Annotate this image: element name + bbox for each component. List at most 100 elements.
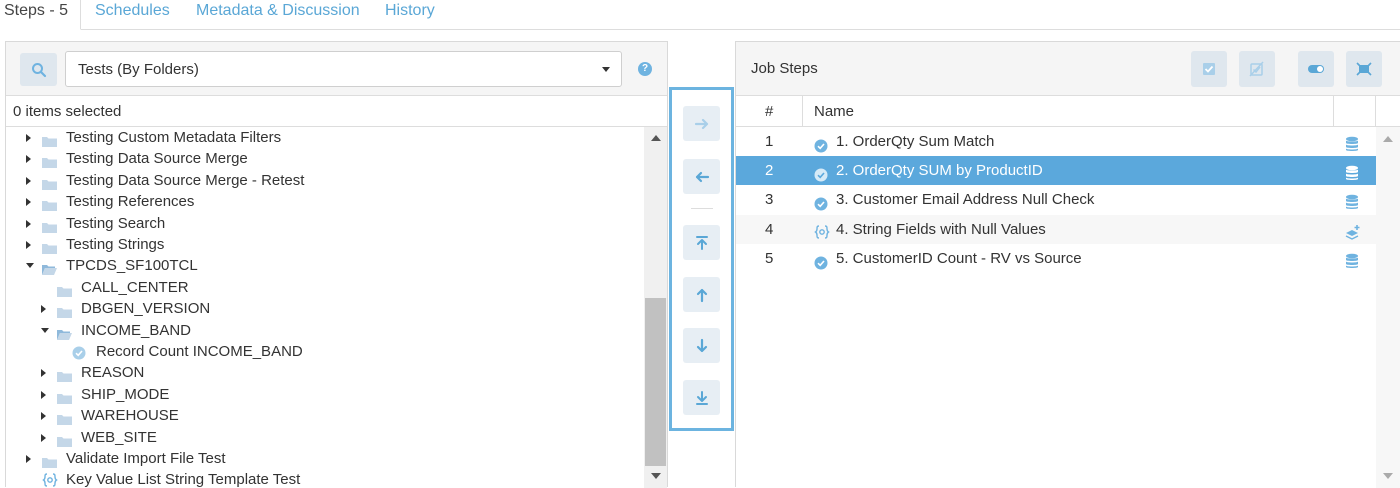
move-top-icon [695, 235, 708, 250]
step-number: 2 [765, 162, 774, 180]
table-row[interactable]: 2 2. OrderQty SUM by ProductID [736, 156, 1376, 186]
template-icon [814, 221, 830, 239]
tree-node[interactable]: Testing Strings [6, 234, 644, 255]
help-icon[interactable]: ? [638, 62, 652, 76]
tab-bar: Steps - 5 Schedules Metadata & Discussio… [0, 0, 1400, 30]
column-header-source [1334, 96, 1376, 127]
caret-right-icon[interactable] [41, 390, 46, 399]
column-header-name[interactable]: Name [803, 96, 1334, 127]
tree-node-label: Key Value List String Template Test [66, 471, 301, 488]
caret-right-icon[interactable] [41, 412, 46, 421]
tab-metadata-discussion[interactable]: Metadata & Discussion [196, 0, 360, 30]
tree-node-label: Testing Strings [66, 236, 165, 253]
folder-icon [57, 282, 72, 297]
tree-node-label: Testing Data Source Merge [66, 150, 248, 168]
folder-icon [42, 132, 57, 147]
move-down-button[interactable] [683, 328, 720, 363]
folder-icon [57, 432, 72, 447]
test-browser-toolbar: Tests (By Folders) ? [6, 42, 667, 96]
table-row[interactable]: 1 1. OrderQty Sum Match [736, 127, 1376, 156]
tree-node[interactable]: Testing References [6, 191, 644, 212]
caret-right-icon[interactable] [26, 241, 31, 249]
folder-icon [57, 303, 72, 319]
folder-icon [42, 218, 57, 233]
check-icon [814, 192, 829, 211]
tree-node[interactable]: Key Value List String Template Test [6, 469, 644, 488]
caret-right-icon[interactable] [41, 369, 46, 378]
step-name: 1. OrderQty Sum Match [836, 133, 995, 150]
table-row[interactable]: 5 5. CustomerID Count - RV vs Source [736, 244, 1376, 273]
tree-node[interactable]: INCOME_BAND [6, 320, 644, 341]
caret-right-icon[interactable] [41, 305, 46, 314]
tree-node[interactable]: Validate Import File Test [6, 448, 644, 469]
grid-scrollbar[interactable] [1376, 127, 1400, 488]
remove-from-job-button[interactable] [683, 159, 720, 194]
scroll-up-icon[interactable] [651, 135, 661, 141]
caret-right-icon[interactable] [26, 219, 31, 228]
scroll-down-icon[interactable] [651, 473, 661, 479]
layers-plus-icon [1345, 221, 1360, 240]
arrow-down-icon [696, 338, 707, 352]
uncheck-all-button[interactable] [1239, 51, 1275, 87]
expand-icon [1356, 62, 1372, 76]
caret-right-icon[interactable] [26, 455, 31, 463]
database-icon [1345, 250, 1359, 268]
check-icon [72, 345, 87, 360]
arrow-up-icon [696, 288, 707, 302]
toggle-button[interactable] [1298, 51, 1334, 87]
folder-icon [57, 410, 72, 426]
scroll-thumb[interactable] [645, 298, 666, 466]
caret-right-icon[interactable] [26, 134, 31, 142]
search-icon [31, 62, 46, 77]
caret-right-icon[interactable] [26, 176, 31, 185]
tree-node[interactable]: DBGEN_VERSION [6, 298, 644, 319]
check-all-button[interactable] [1191, 51, 1227, 87]
scroll-down-icon[interactable] [1383, 473, 1393, 479]
table-row[interactable]: 4 4. String Fields with Null Values [736, 214, 1376, 244]
tree-node[interactable]: REASON [6, 362, 644, 383]
column-header-number[interactable]: # [736, 96, 803, 127]
caret-down-icon[interactable] [26, 263, 34, 269]
tree-node-label: Testing Custom Metadata Filters [66, 129, 282, 146]
tree-node-label: DBGEN_VERSION [81, 300, 211, 318]
tree-node[interactable]: TPCDS_SF100TCL [6, 255, 644, 276]
folder-open-icon [42, 260, 57, 276]
expand-view-button[interactable] [1346, 51, 1382, 87]
view-select-value: Tests (By Folders) [78, 61, 199, 78]
tab-schedules[interactable]: Schedules [95, 0, 170, 30]
tree-scrollbar[interactable] [644, 127, 667, 488]
tree-node[interactable]: Testing Data Source Merge - Retest [6, 170, 644, 191]
caret-down-icon[interactable] [41, 327, 49, 333]
test-browser-panel: Tests (By Folders) ? 0 items selected Te… [5, 41, 668, 488]
tree-node[interactable]: WEB_SITE [6, 427, 644, 448]
folder-icon [57, 389, 72, 404]
add-to-job-button[interactable] [683, 106, 720, 141]
checkbox-checked-icon [1203, 63, 1215, 75]
tree-node[interactable]: SHIP_MODE [6, 384, 644, 405]
tree-node[interactable]: Record Count INCOME_BAND [6, 341, 644, 362]
tab-history[interactable]: History [385, 0, 435, 30]
scroll-up-icon[interactable] [1383, 136, 1393, 142]
tree-node[interactable]: CALL_CENTER [6, 277, 644, 298]
step-number: 1 [765, 133, 774, 150]
tab-steps[interactable]: Steps - 5 [0, 0, 82, 30]
tree-node[interactable]: Testing Search [6, 213, 644, 234]
check-icon [814, 251, 829, 270]
view-select[interactable]: Tests (By Folders) [65, 51, 622, 87]
tree-node[interactable]: Testing Custom Metadata Filters [6, 127, 644, 148]
move-to-top-button[interactable] [683, 225, 720, 260]
move-to-bottom-button[interactable] [683, 380, 720, 415]
database-icon [1345, 133, 1359, 151]
caret-right-icon[interactable] [26, 198, 31, 207]
caret-right-icon[interactable] [26, 155, 31, 164]
folder-icon [57, 367, 72, 383]
move-up-button[interactable] [683, 277, 720, 312]
search-button[interactable] [20, 53, 57, 86]
folder-icon [42, 239, 57, 254]
caret-right-icon[interactable] [41, 433, 46, 442]
table-row[interactable]: 3 3. Customer Email Address Null Check [736, 185, 1376, 214]
tree-node[interactable]: WAREHOUSE [6, 405, 644, 426]
tree-node[interactable]: Testing Data Source Merge [6, 148, 644, 169]
check-icon [814, 134, 829, 153]
toggle-icon [1308, 65, 1324, 73]
